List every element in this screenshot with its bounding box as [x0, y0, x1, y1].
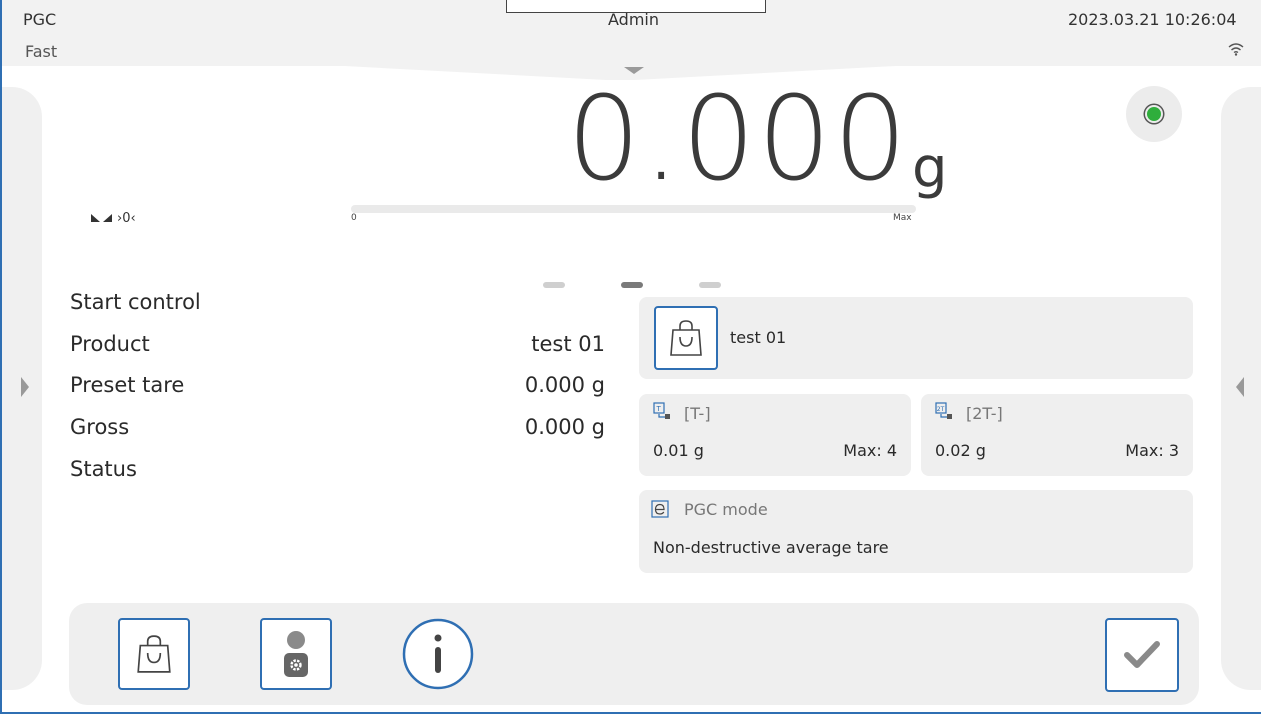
- product-name: test 01: [730, 328, 787, 347]
- status-indicator: [1126, 86, 1182, 142]
- info-label: Start control: [70, 290, 201, 314]
- top-header: PGC Fast Admin 2023.03.21 10:26:04: [2, 0, 1261, 66]
- page-dot[interactable]: [699, 282, 721, 288]
- confirm-button[interactable]: [1105, 618, 1179, 692]
- info-label: Gross: [70, 415, 130, 439]
- tare-t-value: 0.01 g: [653, 441, 704, 460]
- info-value: test 01: [531, 332, 605, 356]
- arrow-left-icon[interactable]: [1236, 377, 1244, 397]
- product-select-button[interactable]: [654, 306, 718, 370]
- tare-2t-title: [2T-]: [966, 404, 1003, 423]
- e-mode-icon: [651, 500, 669, 518]
- stable-left-icon: [91, 214, 100, 222]
- load-bar-min: 0: [351, 213, 357, 223]
- tare-t-widget[interactable]: T [T-] 0.01 g Max: 4: [639, 394, 911, 476]
- arrow-right-icon[interactable]: [21, 377, 29, 397]
- info-value: 0.000 g: [524, 373, 605, 397]
- info-row-preset-tare: Preset tare 0.000 g: [70, 373, 605, 397]
- pgc-mode-value: Non-destructive average tare: [653, 538, 889, 557]
- weight-unit: g: [912, 136, 948, 201]
- info-row-product: Product test 01: [70, 332, 605, 356]
- checkmark-icon: [1124, 641, 1160, 668]
- shopping-bag-icon: [137, 635, 171, 673]
- app-name: PGC: [23, 10, 57, 29]
- info-label: Preset tare: [70, 373, 185, 397]
- tare-t-icon: T: [653, 402, 670, 419]
- info-row-status: Status: [70, 457, 605, 481]
- datetime: 2023.03.21 10:26:04: [1068, 10, 1237, 29]
- weight-value: 0.000: [566, 72, 909, 207]
- zero-indicator: ›0‹: [117, 210, 136, 226]
- tare-2t-widget[interactable]: 2T [2T-] 0.02 g Max: 3: [921, 394, 1193, 476]
- info-label: Product: [70, 332, 150, 356]
- products-button[interactable]: [118, 618, 190, 690]
- svg-text:2T: 2T: [937, 406, 945, 413]
- stability-indicator: ›0‹: [91, 208, 136, 228]
- info-row-gross: Gross 0.000 g: [70, 415, 605, 439]
- tare-t-title: [T-]: [684, 404, 711, 423]
- user-settings-button[interactable]: [260, 618, 332, 690]
- product-widget[interactable]: test 01: [639, 297, 1193, 379]
- svg-text:T: T: [656, 405, 662, 413]
- user-name[interactable]: Admin: [608, 10, 659, 29]
- info-row-start-control: Start control: [70, 290, 605, 314]
- bottom-toolbar: [69, 603, 1199, 705]
- shopping-bag-icon: [670, 320, 702, 356]
- info-label: Status: [70, 457, 137, 481]
- page-indicator[interactable]: [543, 282, 721, 288]
- mode-label: Fast: [25, 42, 58, 61]
- load-bar: [351, 205, 916, 213]
- page-dot[interactable]: [621, 282, 643, 288]
- tare-2t-value: 0.02 g: [935, 441, 986, 460]
- info-button[interactable]: [402, 618, 474, 690]
- page-dot[interactable]: [543, 282, 565, 288]
- tare-2t-icon: 2T: [935, 402, 952, 419]
- pgc-mode-widget[interactable]: PGC mode Non-destructive average tare: [639, 490, 1193, 573]
- stable-right-icon: [103, 214, 112, 222]
- load-bar-max: Max: [893, 213, 912, 223]
- status-dot: [1147, 107, 1161, 121]
- info-icon: [402, 618, 474, 690]
- wifi-icon: [1228, 43, 1244, 56]
- pgc-mode-title: PGC mode: [684, 500, 768, 519]
- tare-2t-max: Max: 3: [1125, 441, 1179, 460]
- tare-t-max: Max: 4: [843, 441, 897, 460]
- info-value: 0.000 g: [524, 415, 605, 439]
- user-settings-icon: [284, 631, 308, 677]
